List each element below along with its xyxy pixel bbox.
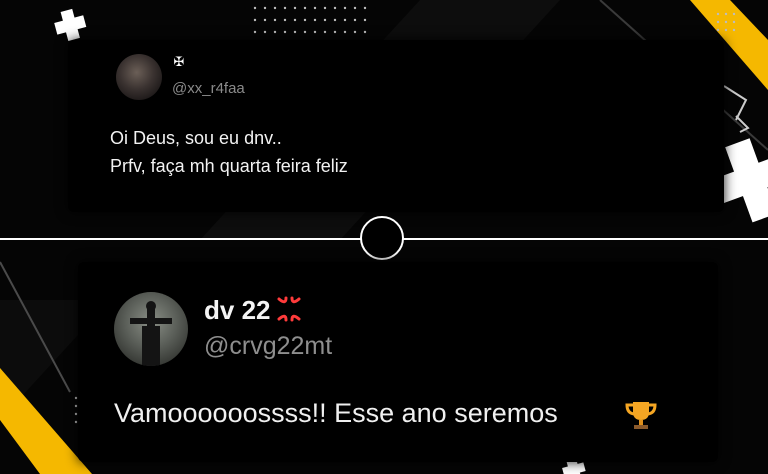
- divider-circle: [360, 216, 404, 260]
- post-text-line: Prfv, faça mh quarta feira feliz: [110, 156, 348, 176]
- user-handle[interactable]: @xx_r4faa: [172, 80, 245, 97]
- post-text: Vamoooooossss!! Esse ano seremos: [114, 398, 558, 428]
- post-text-line: Oi Deus, sou eu dnv..: [110, 128, 282, 148]
- trophy-icon: [625, 402, 657, 429]
- post-card-top[interactable]: ✠ @xx_r4faa Oi Deus, sou eu dnv.. Prfv, …: [68, 40, 724, 212]
- anger-symbol-icon: [277, 296, 301, 322]
- avatar[interactable]: [114, 292, 188, 366]
- post-text: Oi Deus, sou eu dnv.. Prfv, faça mh quar…: [110, 124, 348, 180]
- plus-decoration-top-left: [54, 8, 87, 42]
- display-name[interactable]: dv 22: [204, 295, 271, 326]
- avatar[interactable]: [116, 54, 162, 100]
- cross-emblem-icon: ✠: [173, 55, 185, 70]
- post-card-bottom[interactable]: dv 22 @crvg22mt Vamoooooossss!! Esse ano…: [78, 262, 718, 462]
- statue-silhouette-icon: [130, 301, 172, 366]
- screenshot-canvas: ✠ @xx_r4faa Oi Deus, sou eu dnv.. Prfv, …: [0, 0, 768, 474]
- user-handle[interactable]: @crvg22mt: [204, 332, 332, 361]
